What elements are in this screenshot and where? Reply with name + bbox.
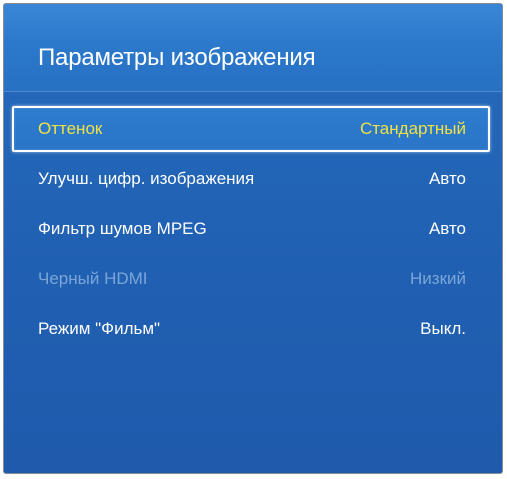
menu-item-value: Авто — [428, 219, 466, 238]
menu-item-value: Стандартный — [359, 119, 466, 138]
options-menu: Оттенок Стандартный Улучш. цифр. изображ… — [4, 105, 502, 354]
menu-item-label: Черный HDMI — [38, 269, 148, 288]
menu-item-label: Оттенок — [38, 119, 103, 138]
menu-item-label: Режим "Фильм" — [38, 319, 161, 338]
menu-item-film-mode[interactable]: Режим "Фильм" Выкл. — [12, 304, 490, 354]
menu-item-hdmi-black-level: Черный HDMI Низкий — [12, 254, 490, 304]
menu-item-label: Улучш. цифр. изображения — [38, 169, 255, 188]
menu-item-label: Фильтр шумов MPEG — [38, 219, 207, 238]
menu-item-value: Авто — [428, 169, 466, 188]
menu-item-mpeg-noise-filter[interactable]: Фильтр шумов MPEG Авто — [12, 204, 490, 254]
menu-item-value: Выкл. — [420, 319, 466, 338]
picture-options-panel: Параметры изображения Оттенок Стандартны… — [3, 3, 503, 474]
menu-item-value: Низкий — [410, 269, 466, 288]
menu-item-tint[interactable]: Оттенок Стандартный — [12, 106, 490, 152]
panel-header: Параметры изображения — [4, 4, 502, 92]
panel-title: Параметры изображения — [38, 44, 316, 71]
menu-item-digital-clean-view[interactable]: Улучш. цифр. изображения Авто — [12, 154, 490, 204]
